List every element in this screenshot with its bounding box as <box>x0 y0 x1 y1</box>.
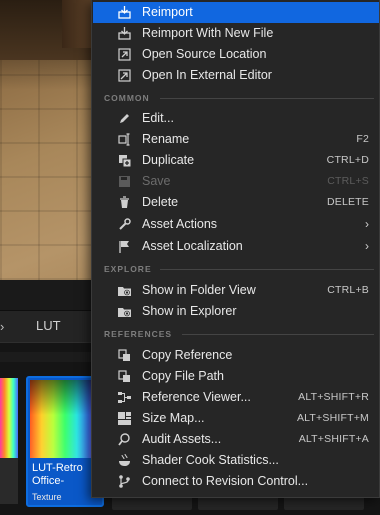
flag-icon <box>117 239 132 254</box>
menu-item-edit[interactable]: Edit... <box>93 108 379 129</box>
pencil-icon <box>117 111 132 126</box>
menu-item-label: Reference Viewer... <box>142 390 251 404</box>
section-header-explore: EXPLORE <box>104 262 374 276</box>
wrench-icon <box>117 217 132 232</box>
menu-item-size-map[interactable]: Size Map... ALT+SHIFT+M <box>93 408 379 429</box>
copy-path-icon <box>117 369 132 384</box>
menu-item-copy-file-path[interactable]: Copy File Path <box>93 366 379 387</box>
menu-item-label: Edit... <box>142 111 174 125</box>
reimport-new-file-icon <box>117 26 132 41</box>
viewport-door <box>62 0 92 48</box>
asset-tile-footer <box>112 496 192 510</box>
submenu-arrow-icon: › <box>365 217 369 231</box>
menu-item-open-source-location[interactable]: Open Source Location <box>93 44 379 65</box>
asset-tile-footer <box>198 496 278 510</box>
menu-item-reimport-new-file[interactable]: Reimport With New File <box>93 23 379 44</box>
menu-item-label: Asset Localization <box>142 239 243 253</box>
copy-reference-icon <box>117 348 132 363</box>
section-divider <box>182 334 374 335</box>
menu-item-label: Open Source Location <box>142 47 267 61</box>
menu-item-label: Copy File Path <box>142 369 224 383</box>
menu-item-label: Show in Explorer <box>142 304 237 318</box>
shortcut-label: CTRL+B <box>327 284 369 296</box>
shortcut-label: DELETE <box>326 196 369 208</box>
shortcut-label: CTRL+S <box>327 175 369 187</box>
menu-item-delete[interactable]: Delete DELETE <box>93 192 379 213</box>
menu-item-reference-viewer[interactable]: Reference Viewer... ALT+SHIFT+R <box>93 387 379 408</box>
shader-stats-icon <box>117 453 132 468</box>
menu-item-connect-revision-control[interactable]: Connect to Revision Control... <box>93 471 379 492</box>
menu-item-save[interactable]: Save CTRL+S <box>93 171 379 192</box>
menu-item-shader-cook-statistics[interactable]: Shader Cook Statistics... <box>93 450 379 471</box>
asset-thumbnail <box>30 380 100 458</box>
menu-item-open-external-editor[interactable]: Open In External Editor <box>93 65 379 86</box>
menu-item-duplicate[interactable]: Duplicate CTRL+D <box>93 150 379 171</box>
breadcrumb-folder-lut[interactable]: LUT <box>36 318 61 333</box>
menu-item-label: Copy Reference <box>142 348 233 362</box>
shortcut-label: ALT+SHIFT+A <box>298 433 369 445</box>
section-title: EXPLORE <box>104 264 152 274</box>
menu-item-copy-reference[interactable]: Copy Reference <box>93 345 379 366</box>
asset-tile-footer <box>284 496 364 510</box>
menu-item-label: Asset Actions <box>142 217 218 231</box>
menu-item-label: Reimport With New File <box>142 26 274 40</box>
reference-viewer-icon <box>117 390 132 405</box>
menu-item-label: Shader Cook Statistics... <box>142 453 279 467</box>
asset-context-menu: Reimport Reimport With New File Open Sou… <box>91 0 380 498</box>
folder-search-icon <box>117 304 132 319</box>
shortcut-label: ALT+SHIFT+M <box>296 412 369 424</box>
menu-item-label: Connect to Revision Control... <box>142 474 309 488</box>
shortcut-label: ALT+SHIFT+R <box>298 391 369 403</box>
shortcut-label: CTRL+D <box>326 154 369 166</box>
menu-item-show-in-folder-view[interactable]: Show in Folder View CTRL+B <box>93 280 379 301</box>
menu-item-label: Open In External Editor <box>142 68 272 82</box>
asset-thumbnail-partial[interactable] <box>0 378 18 458</box>
menu-item-audit-assets[interactable]: Audit Assets... ALT+SHIFT+A <box>93 429 379 450</box>
section-divider <box>160 98 374 99</box>
section-divider <box>160 269 374 270</box>
menu-item-show-in-explorer[interactable]: Show in Explorer <box>93 301 379 322</box>
revision-control-icon <box>117 474 132 489</box>
breadcrumb-separator: › <box>0 319 5 334</box>
menu-item-label: Reimport <box>142 5 193 19</box>
shortcut-label: F2 <box>356 133 369 145</box>
menu-item-label: Size Map... <box>142 411 205 425</box>
size-map-icon <box>117 411 132 426</box>
menu-item-label: Rename <box>142 132 190 146</box>
asset-tile-footer-partial <box>0 458 18 504</box>
save-icon <box>117 174 132 189</box>
section-title: COMMON <box>104 93 150 103</box>
section-title: REFERENCES <box>104 329 173 339</box>
reimport-icon <box>117 5 132 20</box>
rename-icon <box>117 132 132 147</box>
asset-name: LUT-Retro Office- <box>32 462 83 487</box>
menu-item-label: Delete <box>142 195 179 209</box>
menu-item-rename[interactable]: Rename F2 <box>93 129 379 150</box>
menu-item-label: Show in Folder View <box>142 283 256 297</box>
asset-type: Texture <box>32 492 62 502</box>
menu-item-label: Audit Assets... <box>142 432 222 446</box>
menu-item-asset-localization[interactable]: Asset Localization › <box>93 236 379 257</box>
audit-icon <box>117 432 132 447</box>
trash-icon <box>117 195 132 210</box>
menu-item-reimport[interactable]: Reimport <box>93 2 379 23</box>
submenu-arrow-icon: › <box>365 239 369 253</box>
menu-item-label: Duplicate <box>142 153 195 167</box>
duplicate-icon <box>117 153 132 168</box>
folder-search-icon <box>117 283 132 298</box>
external-editor-icon <box>117 68 132 83</box>
open-folder-arrow-icon <box>117 47 132 62</box>
menu-item-label: Save <box>142 174 171 188</box>
section-header-common: COMMON <box>104 91 374 105</box>
menu-item-asset-actions[interactable]: Asset Actions › <box>93 214 379 235</box>
section-header-references: REFERENCES <box>104 327 374 341</box>
